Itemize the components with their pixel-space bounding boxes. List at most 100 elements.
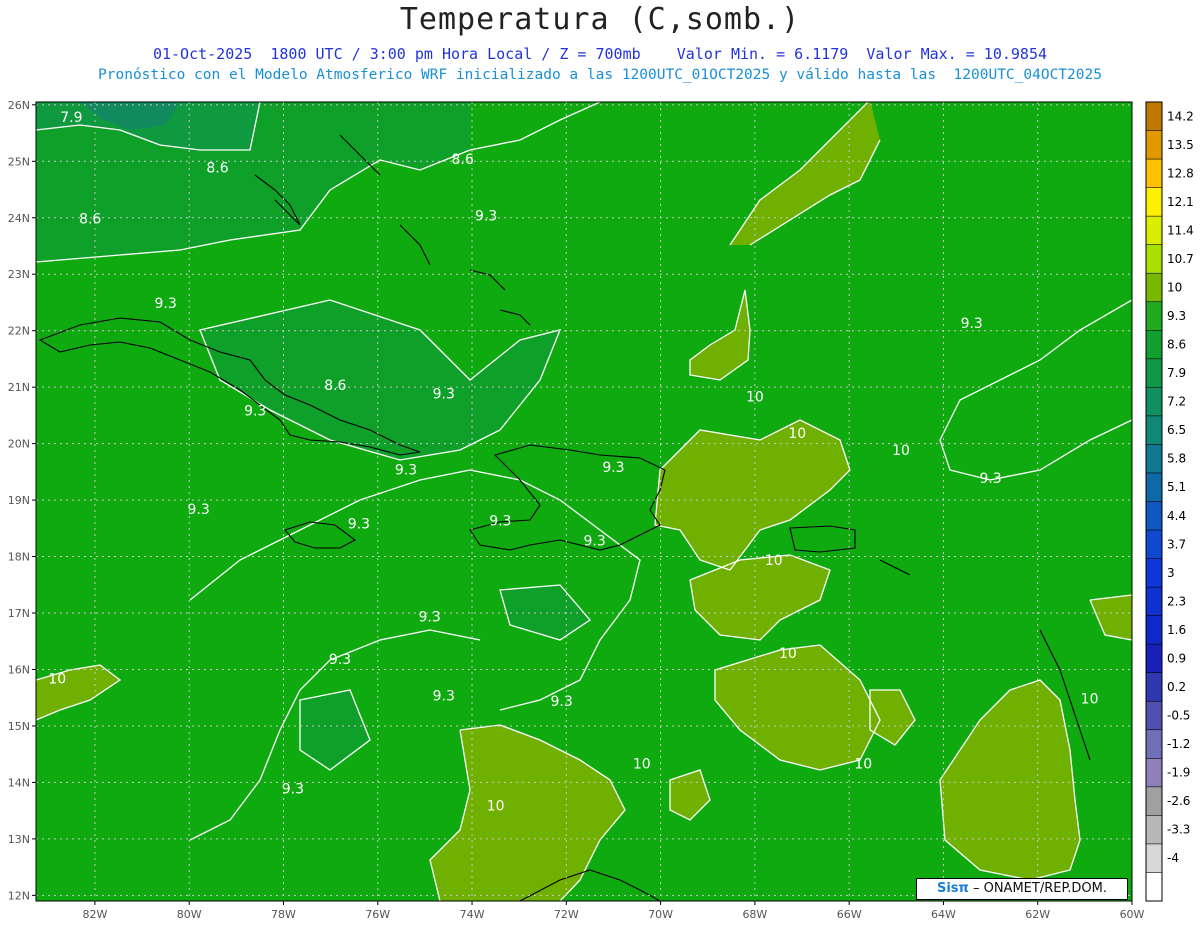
contour-label: 9.3 — [979, 471, 1001, 487]
colorbar-swatch — [1146, 501, 1162, 531]
colorbar-label: -4 — [1167, 851, 1179, 865]
colorbar-swatch — [1146, 102, 1162, 132]
lat-label: 18N — [8, 551, 30, 564]
lat-label: 16N — [8, 663, 30, 676]
colorbar-swatch — [1146, 301, 1162, 331]
contour-label: 9.3 — [433, 689, 455, 705]
lat-label: 15N — [8, 720, 30, 733]
lat-label: 14N — [8, 776, 30, 789]
lat-label: 20N — [8, 438, 30, 451]
contour-label: 10 — [1081, 691, 1099, 707]
colorbar-swatch — [1146, 216, 1162, 246]
colorbar-label: 3 — [1167, 566, 1175, 580]
colorbar-swatch — [1146, 644, 1162, 674]
colorbar-swatch — [1146, 387, 1162, 417]
colorbar-swatch — [1146, 615, 1162, 645]
contour-label: 9.3 — [244, 403, 266, 419]
colorbar-label: 0.2 — [1167, 680, 1186, 694]
contour-label: 10 — [854, 756, 872, 772]
colorbar-swatch — [1146, 815, 1162, 845]
lon-label: 72W — [554, 908, 579, 921]
colorbar-swatch — [1146, 244, 1162, 274]
colorbar-label: 5.1 — [1167, 480, 1186, 494]
colorbar-swatch — [1146, 159, 1162, 189]
latitude-axis: 26N 25N 24N 23N 22N 21N 20N 19N 18N 17N 16N 15N 14N 1… — [8, 99, 36, 902]
contour-label: 9.3 — [418, 609, 440, 625]
lon-label: 62W — [1025, 908, 1050, 921]
contour-label: 9.3 — [475, 209, 497, 225]
colorbar-label: 7.9 — [1167, 366, 1186, 380]
contour-label: 9.3 — [602, 460, 624, 476]
colorbar-label: 12.1 — [1167, 195, 1194, 209]
lat-label: 13N — [8, 833, 30, 846]
contour-label: 10 — [779, 646, 797, 662]
colorbar-label: 10 — [1167, 280, 1182, 294]
colorbar: 14.2 13.5 12.8 12.1 11.4 10.7 10 9.3 8.6 7.9 7.2 6.… — [1145, 101, 1194, 902]
lon-label: 64W — [931, 908, 956, 921]
contour-label: 9.3 — [395, 463, 417, 479]
colorbar-swatch — [1146, 530, 1162, 560]
contour-label: 9.3 — [329, 652, 351, 668]
colorbar-swatch — [1146, 130, 1162, 160]
colorbar-label: 6.5 — [1167, 423, 1186, 437]
temperature-map: 7.9 8.6 8.6 8.6 9.3 9.3 9.3 8.6 9.3 9.3 10 10 10 9.3 9… — [8, 99, 1194, 921]
contour-label: 10 — [746, 389, 764, 405]
contour-label: 9.3 — [961, 316, 983, 332]
lat-label: 24N — [8, 212, 30, 225]
contour-label: 9.3 — [282, 782, 304, 798]
colorbar-swatch — [1146, 472, 1162, 502]
colorbar-label: -3.3 — [1167, 823, 1190, 837]
longitude-axis: 82W 80W 78W 76W 74W 72W 70W 68W 66W 64W 62W 60W — [82, 901, 1145, 921]
lon-label: 82W — [82, 908, 107, 921]
colorbar-label: 7.2 — [1167, 395, 1186, 409]
colorbar-swatch — [1146, 872, 1162, 902]
colorbar-label: 13.5 — [1167, 138, 1194, 152]
lat-label: 21N — [8, 381, 30, 394]
lon-label: 78W — [271, 908, 296, 921]
lon-label: 68W — [742, 908, 767, 921]
contour-label: 10 — [487, 799, 505, 815]
colorbar-label: 9.3 — [1167, 309, 1186, 323]
colorbar-swatch — [1146, 273, 1162, 303]
contour-label: 8.6 — [451, 152, 473, 168]
contour-label: 9.3 — [550, 694, 572, 710]
contour-label: 10 — [633, 756, 651, 772]
lat-label: 12N — [8, 889, 30, 902]
lon-label: 80W — [177, 908, 202, 921]
colorbar-label: 4.4 — [1167, 509, 1186, 523]
lon-label: 60W — [1120, 908, 1145, 921]
colorbar-label: 8.6 — [1167, 338, 1186, 352]
colorbar-label: 3.7 — [1167, 537, 1186, 551]
colorbar-label: 2.3 — [1167, 594, 1186, 608]
contour-label: 10 — [765, 553, 783, 569]
contour-label: 8.6 — [79, 211, 101, 227]
lon-label: 70W — [648, 908, 673, 921]
colorbar-swatch — [1146, 672, 1162, 702]
colorbar-swatch — [1146, 843, 1162, 873]
contour-label: 9.3 — [348, 516, 370, 532]
lat-label: 26N — [8, 99, 30, 112]
colorbar-label: 10.7 — [1167, 252, 1194, 266]
colorbar-label: 11.4 — [1167, 223, 1194, 237]
contour-label: 9.3 — [155, 296, 177, 312]
contour-label: 8.6 — [324, 378, 346, 394]
contour-label: 7.9 — [60, 110, 82, 126]
lat-label: 22N — [8, 325, 30, 338]
credit-brand: Sisπ — [936, 881, 969, 896]
contour-label: 9.3 — [583, 533, 605, 549]
colorbar-swatch — [1146, 729, 1162, 759]
colorbar-swatch — [1146, 587, 1162, 617]
contour-label: 9.3 — [187, 502, 209, 518]
contour-label: 9.3 — [433, 386, 455, 402]
colorbar-label: 12.8 — [1167, 166, 1194, 180]
colorbar-label: 14.2 — [1167, 109, 1194, 123]
colorbar-swatch — [1146, 444, 1162, 474]
colorbar-label: -1.2 — [1167, 737, 1190, 751]
map-plot-area: 7.9 8.6 8.6 8.6 9.3 9.3 9.3 8.6 9.3 9.3 10 10 10 9.3 9… — [36, 102, 1132, 901]
lat-label: 23N — [8, 268, 30, 281]
contour-label: 10 — [892, 443, 910, 459]
colorbar-swatch — [1146, 758, 1162, 788]
colorbar-label: -2.6 — [1167, 794, 1190, 808]
colorbar-label: 0.9 — [1167, 651, 1186, 665]
colorbar-label: -0.5 — [1167, 709, 1190, 723]
